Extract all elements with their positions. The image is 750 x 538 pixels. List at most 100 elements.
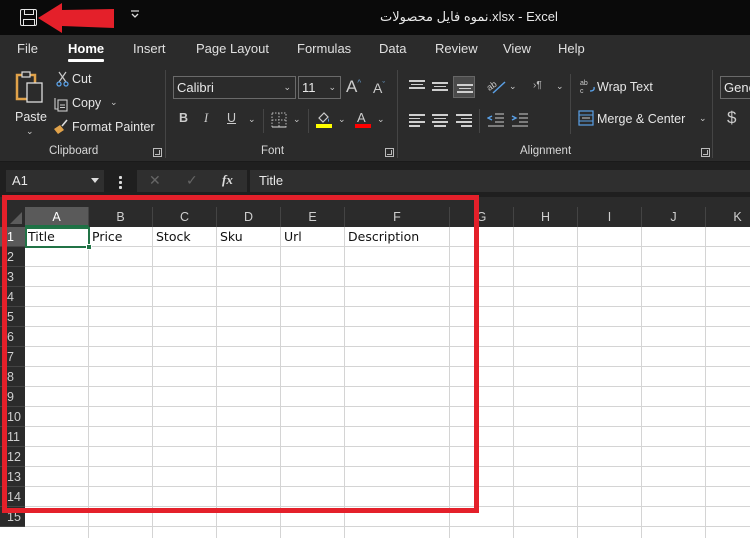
wrap-text-icon: abc	[580, 80, 595, 94]
tab-home[interactable]: Home	[68, 41, 105, 62]
gridline-horizontal	[25, 526, 750, 527]
copy-button[interactable]: Copy ⌄	[54, 95, 120, 113]
group-divider	[479, 109, 480, 133]
copy-dropdown-icon[interactable]: ⌄	[110, 97, 118, 108]
name-box-value: A1	[12, 173, 28, 188]
tab-file[interactable]: File	[17, 41, 38, 56]
wrap-text-button[interactable]: ab c Wrap Text	[578, 78, 688, 98]
text-direction-icon[interactable]: ›¶	[533, 80, 542, 91]
paste-icon	[15, 71, 43, 103]
font-color-icon[interactable]: A	[354, 109, 372, 129]
copy-icon	[54, 98, 68, 112]
column-header-j[interactable]: J	[642, 207, 706, 227]
column-header-k[interactable]: K	[706, 207, 750, 227]
column-header-i[interactable]: I	[578, 207, 642, 227]
svg-text:c: c	[580, 88, 584, 94]
alignment-dialog-launcher-icon[interactable]	[701, 148, 710, 157]
font-dialog-launcher-icon[interactable]	[385, 148, 394, 157]
red-arrow-annotation	[38, 3, 114, 33]
insert-function-icon[interactable]: fx	[222, 172, 233, 188]
tab-insert[interactable]: Insert	[133, 41, 166, 56]
decrease-indent-icon[interactable]	[487, 113, 505, 127]
align-right-icon[interactable]	[456, 114, 472, 127]
tab-help[interactable]: Help	[558, 41, 585, 56]
increase-indent-icon[interactable]	[511, 113, 529, 127]
quick-access-dropdown-icon[interactable]	[129, 9, 141, 21]
window-title: نموه فایل محصولات.xlsx - Excel	[380, 9, 558, 24]
chevron-down-icon: ⌄	[283, 82, 291, 92]
format-painter-icon	[54, 119, 68, 134]
tab-view[interactable]: View	[503, 41, 531, 56]
gridline-vertical	[705, 227, 706, 538]
italic-button[interactable]: I	[204, 111, 208, 126]
fill-color-icon[interactable]	[315, 109, 333, 129]
increase-font-size-icon[interactable]: A^	[346, 77, 361, 97]
gridline-vertical	[641, 227, 642, 538]
red-highlight-box-annotation	[2, 195, 479, 513]
borders-dropdown-icon[interactable]: ⌄	[293, 114, 301, 125]
svg-text:ab: ab	[487, 79, 499, 93]
bottom-align-icon	[457, 84, 473, 96]
merge-center-icon	[578, 110, 594, 126]
text-direction-dropdown-icon[interactable]: ⌄	[556, 81, 564, 92]
top-align-icon[interactable]	[409, 80, 425, 92]
merge-dropdown-icon[interactable]: ⌄	[699, 113, 707, 124]
tab-formulas[interactable]: Formulas	[297, 41, 351, 56]
save-icon[interactable]	[20, 9, 37, 26]
format-painter-label: Format Painter	[72, 120, 155, 134]
clipboard-group-label: Clipboard	[49, 145, 99, 157]
formula-bar: A1 ✕ ✓ fx Title	[0, 162, 750, 197]
font-size-select[interactable]: 11 ⌄	[298, 76, 341, 99]
more-options-icon[interactable]	[119, 176, 122, 191]
paste-button[interactable]: Paste ⌄	[13, 70, 47, 136]
chevron-down-icon: ⌄	[328, 82, 336, 92]
group-divider	[712, 70, 713, 158]
clipboard-dialog-launcher-icon[interactable]	[153, 148, 162, 157]
decrease-font-size-icon[interactable]: Aˇ	[373, 80, 385, 96]
name-box[interactable]: A1	[6, 170, 104, 192]
merge-center-label: Merge & Center	[597, 112, 686, 126]
currency-button[interactable]: $	[727, 108, 736, 128]
svg-text:ab: ab	[580, 80, 588, 87]
align-left-icon[interactable]	[409, 114, 425, 127]
group-divider	[397, 70, 398, 158]
tab-data[interactable]: Data	[379, 41, 406, 56]
font-name-value: Calibri	[177, 80, 214, 95]
cut-button[interactable]: Cut	[54, 71, 104, 89]
font-color-dropdown-icon[interactable]: ⌄	[377, 114, 385, 125]
formula-buttons: ✕ ✓ fx	[137, 170, 247, 192]
orientation-icon[interactable]: ab	[487, 78, 507, 96]
font-group-label: Font	[261, 145, 285, 157]
cancel-icon[interactable]: ✕	[149, 172, 161, 189]
font-name-select[interactable]: Calibri ⌄	[173, 76, 296, 99]
wrap-text-label: Wrap Text	[597, 80, 653, 94]
formula-input[interactable]: Title	[250, 170, 750, 192]
ribbon-tabs: File Home Insert Page Layout Formulas Da…	[0, 35, 750, 64]
underline-button[interactable]: U	[227, 111, 236, 125]
column-header-h[interactable]: H	[514, 207, 578, 227]
name-box-dropdown-icon[interactable]	[91, 178, 99, 183]
fill-color-dropdown-icon[interactable]: ⌄	[338, 114, 346, 125]
paste-dropdown-icon[interactable]: ⌄	[26, 126, 34, 137]
borders-icon[interactable]	[271, 112, 287, 128]
number-format-value: General	[724, 80, 750, 95]
copy-label: Copy	[72, 96, 102, 110]
group-divider	[570, 74, 571, 134]
orientation-dropdown-icon[interactable]: ⌄	[509, 81, 517, 92]
enter-icon[interactable]: ✓	[186, 172, 198, 189]
middle-align-icon[interactable]	[432, 82, 448, 94]
font-size-value: 11	[302, 80, 316, 95]
align-center-icon[interactable]	[432, 114, 448, 127]
tab-review[interactable]: Review	[435, 41, 478, 56]
svg-text:A: A	[357, 110, 366, 125]
merge-center-button[interactable]: Merge & Center ⌄	[578, 110, 708, 130]
number-format-select[interactable]: General	[720, 76, 750, 99]
ribbon: Paste ⌄ Cut Copy ⌄ Format Painter Clipbo…	[0, 64, 750, 162]
tab-page-layout[interactable]: Page Layout	[196, 41, 269, 56]
format-painter-button[interactable]: Format Painter	[53, 119, 155, 137]
bottom-align-button[interactable]	[453, 76, 475, 98]
gridline-vertical	[577, 227, 578, 538]
bold-button[interactable]: B	[179, 111, 188, 125]
underline-dropdown-icon[interactable]: ⌄	[248, 114, 256, 125]
group-divider	[308, 109, 309, 133]
